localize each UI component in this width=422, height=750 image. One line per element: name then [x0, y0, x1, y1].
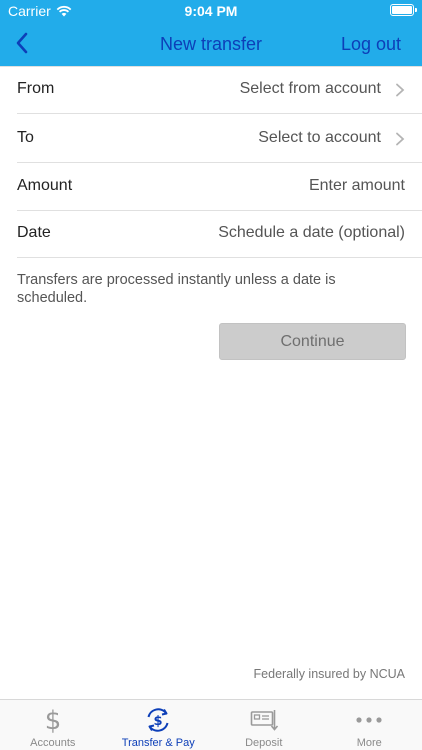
svg-text:$: $	[154, 714, 163, 729]
transfer-note: Transfers are processed instantly unless…	[17, 272, 336, 306]
date-input[interactable]: Schedule a date (optional)	[218, 224, 405, 242]
amount-label: Amount	[17, 177, 73, 194]
chevron-left-icon	[16, 32, 28, 54]
logout-button[interactable]: Log out	[341, 34, 401, 55]
tab-deposit[interactable]: Deposit	[211, 700, 317, 750]
svg-text:$: $	[44, 706, 61, 734]
tab-label: More	[356, 737, 382, 749]
dollar-icon: $	[38, 706, 68, 734]
tab-accounts[interactable]: $ Accounts	[0, 700, 106, 750]
to-account-row[interactable]: To Select to account	[0, 115, 422, 163]
chevron-right-icon	[396, 83, 405, 97]
back-button[interactable]	[8, 28, 36, 58]
amount-row[interactable]: Amount Enter amount	[0, 163, 422, 211]
from-label: From	[17, 80, 55, 97]
date-row[interactable]: Date Schedule a date (optional)	[0, 210, 422, 258]
app-header: Carrier 9:04 PM New transfer Log out	[0, 0, 422, 66]
tab-more[interactable]: More	[317, 700, 422, 750]
from-account-value: Select from account	[239, 80, 381, 97]
from-account-row[interactable]: From Select from account	[0, 66, 422, 114]
status-bar: Carrier 9:04 PM	[0, 0, 422, 22]
chevron-right-icon	[396, 132, 405, 146]
battery-icon	[390, 4, 417, 16]
date-label: Date	[17, 224, 51, 241]
continue-button[interactable]: Continue	[219, 323, 406, 360]
amount-input[interactable]: Enter amount	[309, 177, 405, 195]
row-divider	[17, 113, 422, 114]
to-account-value: Select to account	[258, 129, 381, 146]
ncua-footnote: Federally insured by NCUA	[253, 667, 405, 681]
tab-bar: $ Accounts $ Transfer & Pay Deposit More	[0, 699, 422, 750]
deposit-check-icon	[249, 706, 279, 734]
transfer-icon: $	[143, 706, 173, 734]
status-time: 9:04 PM	[184, 3, 238, 19]
to-label: To	[17, 129, 34, 146]
tab-label: Deposit	[245, 737, 283, 749]
tab-label: Accounts	[30, 737, 76, 749]
tab-transfer-pay[interactable]: $ Transfer & Pay	[106, 700, 212, 750]
ellipsis-icon	[354, 706, 384, 734]
tab-label: Transfer & Pay	[121, 737, 195, 749]
row-divider	[17, 257, 422, 258]
